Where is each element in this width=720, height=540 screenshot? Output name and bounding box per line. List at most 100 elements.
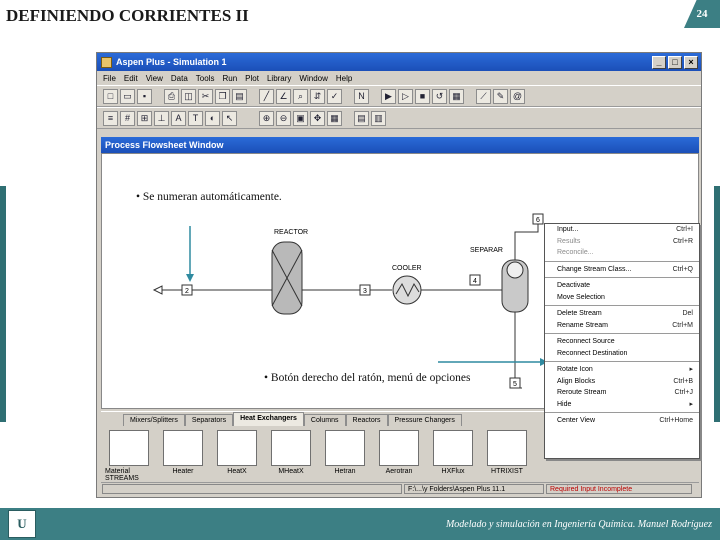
plot-icon[interactable]: ⟋ [476, 88, 491, 104]
history-icon[interactable]: ▥ [371, 110, 386, 126]
zoom-in-icon[interactable]: ⊕ [259, 110, 274, 126]
stream-3-label: 3 [363, 288, 367, 295]
menu-run[interactable]: Run [222, 74, 237, 83]
context-menu-item[interactable]: Reconnect Source [545, 336, 699, 348]
save-icon[interactable]: ▪ [137, 88, 152, 104]
check-icon[interactable]: ✓ [327, 88, 342, 104]
note-auto-numbered: • Se numeran automáticamente. [136, 191, 282, 203]
menu-data[interactable]: Data [171, 74, 188, 83]
flowsheet-icon[interactable]: ⇵ [310, 88, 325, 104]
menu-window[interactable]: Window [299, 74, 327, 83]
help-icon[interactable]: @ [510, 88, 525, 104]
table-icon[interactable]: ▦ [327, 110, 342, 126]
stream-table-icon[interactable]: ▤ [354, 110, 369, 126]
context-menu-item[interactable]: Reconnect Destination [545, 348, 699, 360]
model-mheatx[interactable]: MHeatX [267, 430, 315, 482]
model-hetran[interactable]: Hetran [321, 430, 369, 482]
context-menu-item[interactable]: Align Blocks Ctrl+B [545, 376, 699, 388]
hetran-icon [325, 430, 365, 466]
context-menu-item[interactable]: Center View Ctrl+Home [545, 415, 699, 427]
menu-view[interactable]: View [146, 74, 163, 83]
units-icon[interactable]: ✎ [493, 88, 508, 104]
color-icon[interactable]: ◐ [205, 110, 220, 126]
aspen-app-icon [101, 56, 112, 68]
tab-heat-exchangers[interactable]: Heat Exchangers [233, 412, 304, 426]
context-menu-item-label: Move Selection [557, 293, 605, 301]
results-icon[interactable]: ▦ [449, 88, 464, 104]
paste-icon[interactable]: ▤ [232, 88, 247, 104]
context-menu-item-label: Hide [557, 400, 572, 408]
model-hxflux[interactable]: HXFlux [429, 430, 477, 482]
context-menu-item[interactable]: Change Stream Class... Ctrl+Q [545, 264, 699, 276]
tab-mixers-splitters[interactable]: Mixers/Splitters [123, 414, 185, 426]
reinit-icon[interactable]: ↺ [432, 88, 447, 104]
menu-edit[interactable]: Edit [124, 74, 138, 83]
tab-reactors[interactable]: Reactors [345, 414, 388, 426]
model-htrixist[interactable]: HTRIXIST [483, 430, 531, 482]
route-icon[interactable]: ⊥ [154, 110, 169, 126]
run-icon[interactable]: ▶ [381, 88, 396, 104]
label-icon[interactable]: A [171, 110, 186, 126]
menu-tools[interactable]: Tools [196, 74, 215, 83]
next-icon[interactable]: N [354, 88, 369, 104]
tab-separators[interactable]: Separators [184, 414, 234, 426]
model-aerotran[interactable]: Aerotran [375, 430, 423, 482]
menu-help[interactable]: Help [336, 74, 352, 83]
open-folder-icon[interactable]: ▭ [120, 88, 135, 104]
step-icon[interactable]: ▷ [398, 88, 413, 104]
text-icon[interactable]: T [188, 110, 203, 126]
context-menu-shortcut: Ctrl+Home [659, 417, 693, 424]
model-material-streams[interactable]: Material STREAMS [105, 430, 153, 482]
preview-icon[interactable]: ◫ [181, 88, 196, 104]
pointer-icon[interactable]: ↖ [222, 110, 237, 126]
context-menu-item[interactable]: Hide ▸ [545, 399, 699, 411]
context-menu-item[interactable]: Reroute Stream Ctrl+J [545, 387, 699, 399]
cut-icon[interactable]: ✂ [198, 88, 213, 104]
menu-library[interactable]: Library [267, 74, 291, 83]
menu-file[interactable]: File [103, 74, 116, 83]
new-file-icon[interactable]: □ [103, 88, 118, 104]
context-menu-item[interactable]: Reconcile... [545, 247, 699, 259]
window-title: Aspen Plus - Simulation 1 [116, 57, 227, 67]
snap-icon[interactable]: ⊞ [137, 110, 152, 126]
context-menu-shortcut: Ctrl+B [673, 377, 693, 385]
tab-pressure-changers[interactable]: Pressure Changers [387, 414, 462, 426]
close-button[interactable]: × [684, 55, 698, 69]
model-label: HXFlux [441, 468, 465, 475]
stream-6-line [514, 220, 539, 260]
menu-plot[interactable]: Plot [245, 74, 259, 83]
context-menu-item[interactable]: Move Selection [545, 292, 699, 304]
minimize-button[interactable]: _ [652, 55, 666, 69]
copy-icon[interactable]: ❐ [215, 88, 230, 104]
context-menu-shortcut: Ctrl+R [672, 237, 693, 245]
context-menu-item[interactable]: Delete Stream Del [545, 308, 699, 320]
zoom-icon[interactable]: ⌕ [293, 88, 308, 104]
context-menu-item[interactable]: Deactivate [545, 280, 699, 292]
angle-icon[interactable]: ∠ [276, 88, 291, 104]
context-menu-shortcut: Ctrl+M [672, 321, 693, 329]
stream-4-label: 4 [473, 278, 477, 285]
model-label: Heater [172, 468, 194, 475]
grid-icon[interactable]: # [120, 110, 135, 126]
zoom-out-icon[interactable]: ⊖ [276, 110, 291, 126]
context-menu-item[interactable]: Rename Stream Ctrl+M [545, 320, 699, 332]
context-menu-item-label: Center View [557, 417, 596, 424]
draw-line-icon[interactable]: ╱ [259, 88, 274, 104]
fit-icon[interactable]: ▣ [293, 110, 308, 126]
right-accent-bar [714, 186, 720, 422]
model-heatx[interactable]: HeatX [213, 430, 261, 482]
context-menu-item[interactable]: Input... Ctrl+I [545, 224, 699, 236]
tab-columns[interactable]: Columns [303, 414, 346, 426]
context-menu-item[interactable]: Results Ctrl+R [545, 236, 699, 248]
page-number-badge: 24 [684, 0, 720, 28]
main-toolbar: □ ▭ ▪ ⎙ ◫ ✂ ❐ ▤ ╱ ∠ ⌕ ⇵ ✓ N ▶ ▷ ■ ↺ ▦ ⟋ … [97, 85, 701, 107]
stop-icon[interactable]: ■ [415, 88, 430, 104]
pan-icon[interactable]: ✥ [310, 110, 325, 126]
align-icon[interactable]: ≡ [103, 110, 118, 126]
print-icon[interactable]: ⎙ [164, 88, 179, 104]
model-label: Material STREAMS [105, 468, 139, 482]
context-menu-item[interactable]: Rotate Icon ▸ [545, 364, 699, 376]
model-heater[interactable]: Heater [159, 430, 207, 482]
maximize-button[interactable]: □ [668, 55, 682, 69]
status-spacer [102, 484, 402, 494]
